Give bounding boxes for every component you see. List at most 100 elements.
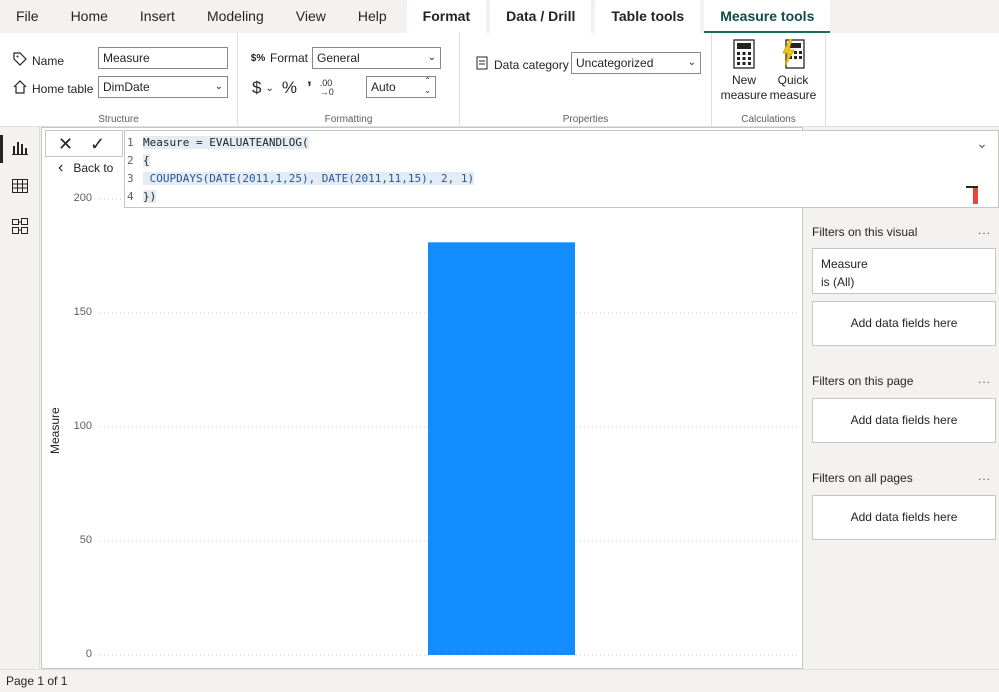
comma-button[interactable]: ’ xyxy=(307,78,312,98)
code-text: }) xyxy=(143,190,157,203)
format-row: $% Format xyxy=(250,51,308,65)
menu-view[interactable]: View xyxy=(280,0,342,33)
properties-group: Data category Uncategorized ⌄ Properties xyxy=(460,33,712,127)
code-line: 4}) xyxy=(127,188,474,206)
report-view-icon[interactable] xyxy=(10,137,30,157)
calculations-group: New measure Quick measure Calculations xyxy=(712,33,826,127)
add-visual-filter-drop[interactable]: Add data fields here xyxy=(812,301,996,346)
menu-bar: File Home Insert Modeling View Help Form… xyxy=(0,0,999,33)
home-icon xyxy=(12,79,28,98)
formula-bar: ✕ ✓ 1 Measure = EVALUATEANDLOG( 2{ 3 COUP… xyxy=(45,130,999,208)
table-view-icon[interactable] xyxy=(10,176,30,196)
quick-measure-button[interactable]: Quick measure xyxy=(769,39,817,103)
new-measure-button[interactable]: New measure xyxy=(720,39,768,103)
more-options-icon[interactable]: ... xyxy=(978,372,991,386)
left-nav xyxy=(0,127,40,669)
tab-table-tools[interactable]: Table tools xyxy=(595,0,701,33)
chevron-down-icon[interactable]: ⌄ xyxy=(265,83,273,94)
filters-all-title: Filters on all pages xyxy=(812,471,913,485)
data-category-value: Uncategorized xyxy=(576,56,654,70)
code-text: { xyxy=(143,154,150,167)
minimap-marker xyxy=(973,186,978,204)
name-label: Name xyxy=(32,53,65,68)
add-all-pages-filter-drop[interactable]: Add data fields here xyxy=(812,495,996,540)
ribbon: Name Measure Home table DimDate ⌄ Struct… xyxy=(0,33,999,127)
calculations-group-label: Calculations xyxy=(741,114,796,125)
home-table-select[interactable]: DimDate ⌄ xyxy=(98,76,228,98)
code-text: Measure = EVALUATEANDLOG( xyxy=(143,136,309,149)
tab-measure-tools[interactable]: Measure tools xyxy=(704,0,831,33)
decimals-value: Auto xyxy=(371,80,396,94)
home-table-value: DimDate xyxy=(103,80,150,94)
minimap-top-line xyxy=(966,186,978,188)
format-value: General xyxy=(317,51,360,65)
code-text: COUPDAYS(DATE(2011,1,25), DATE(2011,11,1… xyxy=(143,172,475,185)
cancel-formula-button[interactable]: ✕ xyxy=(58,134,73,154)
decimals-spinner[interactable]: Auto ⌃ ⌄ xyxy=(366,76,436,98)
chevron-down-icon: ⌄ xyxy=(687,57,696,68)
menu-insert[interactable]: Insert xyxy=(124,0,191,33)
new-measure-label-1: New xyxy=(731,73,756,87)
format-icon: $% xyxy=(250,52,266,64)
add-page-filter-drop[interactable]: Add data fields here xyxy=(812,398,996,443)
spinner-arrows-icon[interactable]: ⌃ ⌄ xyxy=(424,76,431,96)
status-bar: Page 1 of 1 xyxy=(0,669,999,692)
line-number: 2 xyxy=(127,154,134,167)
quick-measure-label-2: measure xyxy=(769,88,817,102)
line-number: 3 xyxy=(127,172,134,185)
home-table-row: Home table xyxy=(12,79,93,98)
filter-field-name: Measure xyxy=(821,257,868,271)
code-line: 1 Measure = EVALUATEANDLOG( xyxy=(127,134,474,152)
data-category-icon xyxy=(474,56,490,73)
name-input[interactable]: Measure xyxy=(98,47,228,69)
filters-pane: Filters on this visual ... Measure is (A… xyxy=(804,208,999,669)
formula-actions: ✕ ✓ xyxy=(45,130,123,157)
tag-icon xyxy=(12,51,28,70)
commit-formula-button[interactable]: ✓ xyxy=(90,134,105,154)
currency-button[interactable]: $ xyxy=(252,78,261,98)
menu-file[interactable]: File xyxy=(0,0,55,33)
format-select[interactable]: General ⌄ xyxy=(312,47,441,69)
formula-editor[interactable]: 1 Measure = EVALUATEANDLOG( 2{ 3 COUPDAYS… xyxy=(124,130,999,208)
chevron-down-icon: ⌄ xyxy=(214,81,223,92)
formatting-group: $% Format General ⌄ $ ⌄ % ’ .00 →0 Auto ⌃… xyxy=(238,33,460,127)
structure-group: Name Measure Home table DimDate ⌄ Struct… xyxy=(0,33,238,127)
calculator-icon xyxy=(733,39,755,69)
menu-home[interactable]: Home xyxy=(55,0,124,33)
menu-help[interactable]: Help xyxy=(342,0,403,33)
more-options-icon[interactable]: ... xyxy=(978,469,991,483)
model-view-icon[interactable] xyxy=(10,216,30,236)
tab-data-drill[interactable]: Data / Drill xyxy=(490,0,592,33)
filters-visual-title: Filters on this visual xyxy=(812,225,918,239)
properties-group-label: Properties xyxy=(562,114,609,125)
percent-button[interactable]: % xyxy=(282,78,297,98)
page-indicator: Page 1 of 1 xyxy=(6,674,68,688)
decrease-decimal-icon[interactable]: .00 →0 xyxy=(320,79,334,97)
more-options-icon[interactable]: ... xyxy=(978,223,991,237)
chevron-down-icon: ⌄ xyxy=(427,52,436,63)
data-category-row: Data category xyxy=(474,56,569,73)
menu-modeling[interactable]: Modeling xyxy=(191,0,280,33)
chart-visual[interactable]: Measure 200 150 100 50 0 xyxy=(42,190,802,668)
active-view-indicator xyxy=(0,135,3,163)
code-line: 3 COUPDAYS(DATE(2011,1,25), DATE(2011,11… xyxy=(127,170,475,188)
format-label: Format xyxy=(270,51,309,65)
structure-group-label: Structure xyxy=(98,114,139,125)
name-row: Name xyxy=(12,51,64,70)
expand-formula-button[interactable]: ⌄ xyxy=(965,130,999,157)
measure-filter-card[interactable]: Measure is (All) xyxy=(812,248,996,294)
dax-code: 1 Measure = EVALUATEANDLOG( 2{ 3 COUPDAYS… xyxy=(127,134,475,206)
quick-measure-label-1: Quick xyxy=(777,73,809,87)
number-format-buttons: $ ⌄ % ’ .00 →0 xyxy=(252,78,334,98)
code-line: 2{ xyxy=(127,152,474,170)
new-measure-label-2: measure xyxy=(720,88,768,102)
tab-format[interactable]: Format xyxy=(406,0,487,33)
filter-field-state: is (All) xyxy=(821,275,855,289)
filters-page-title: Filters on this page xyxy=(812,374,914,388)
data-category-select[interactable]: Uncategorized ⌄ xyxy=(571,52,701,74)
bar[interactable] xyxy=(428,242,575,655)
home-table-label: Home table xyxy=(32,81,94,96)
chart-plot xyxy=(100,198,800,656)
line-number: 1 xyxy=(127,136,134,149)
data-category-label: Data category xyxy=(494,57,569,72)
